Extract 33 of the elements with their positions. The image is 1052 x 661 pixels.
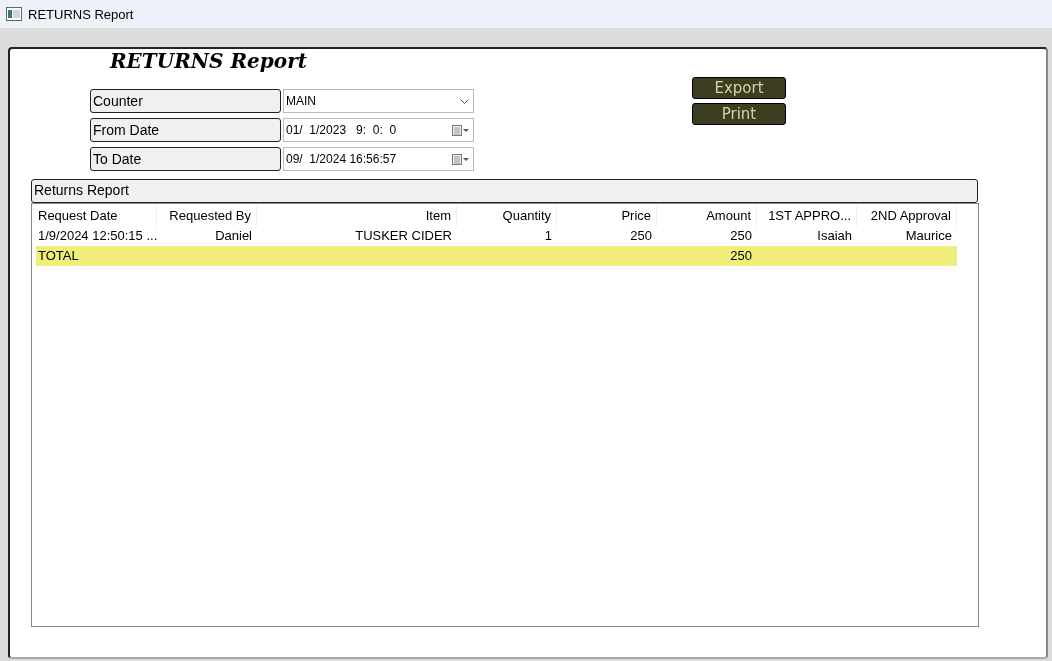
table-cell-text: Daniel <box>214 227 253 245</box>
table-cell-text: Maurice <box>904 227 953 245</box>
table-cell-text: 1/9/2024 12:50:15 ... <box>37 227 157 245</box>
action-button[interactable]: Export <box>692 77 786 99</box>
chevron-down-icon <box>460 98 469 104</box>
column-header[interactable]: Requested By <box>157 206 257 226</box>
action-button[interactable]: Print <box>692 103 786 125</box>
table-cell-text: TOTAL <box>37 247 80 265</box>
column-header[interactable]: 1ST APPRO... <box>757 206 857 226</box>
table-cell-text: Isaiah <box>816 227 853 245</box>
column-header[interactable]: 2ND Approval <box>857 206 957 226</box>
report-heading: RETURNS Report <box>108 49 308 75</box>
dropdown-field[interactable]: MAIN <box>283 89 474 113</box>
calendar-icon <box>452 124 469 136</box>
column-header[interactable]: Request Date <box>36 206 157 226</box>
calendar-icon <box>452 153 469 165</box>
app-icon <box>6 7 22 21</box>
table-cell-text: 1 <box>543 227 553 245</box>
column-header[interactable]: Price <box>557 206 657 226</box>
table-cell-text: 250 <box>729 227 753 245</box>
window-title: RETURNS Report <box>28 6 134 22</box>
table-cell-text: TUSKER CIDER <box>354 227 453 245</box>
date-field[interactable]: 01/ 1/2023 9: 0: 0 <box>283 118 474 142</box>
section-header: Returns Report <box>31 179 978 203</box>
field-label: To Date <box>90 147 281 171</box>
column-header[interactable]: Quantity <box>457 206 557 226</box>
column-header[interactable]: Item <box>257 206 457 226</box>
date-field[interactable]: 09/ 1/2024 16:56:57 <box>283 147 474 171</box>
column-header[interactable]: Amount <box>657 206 757 226</box>
field-label: Counter <box>90 89 281 113</box>
table-cell-text: 250 <box>729 247 753 265</box>
field-label: From Date <box>90 118 281 142</box>
table-cell-text: 250 <box>629 227 653 245</box>
